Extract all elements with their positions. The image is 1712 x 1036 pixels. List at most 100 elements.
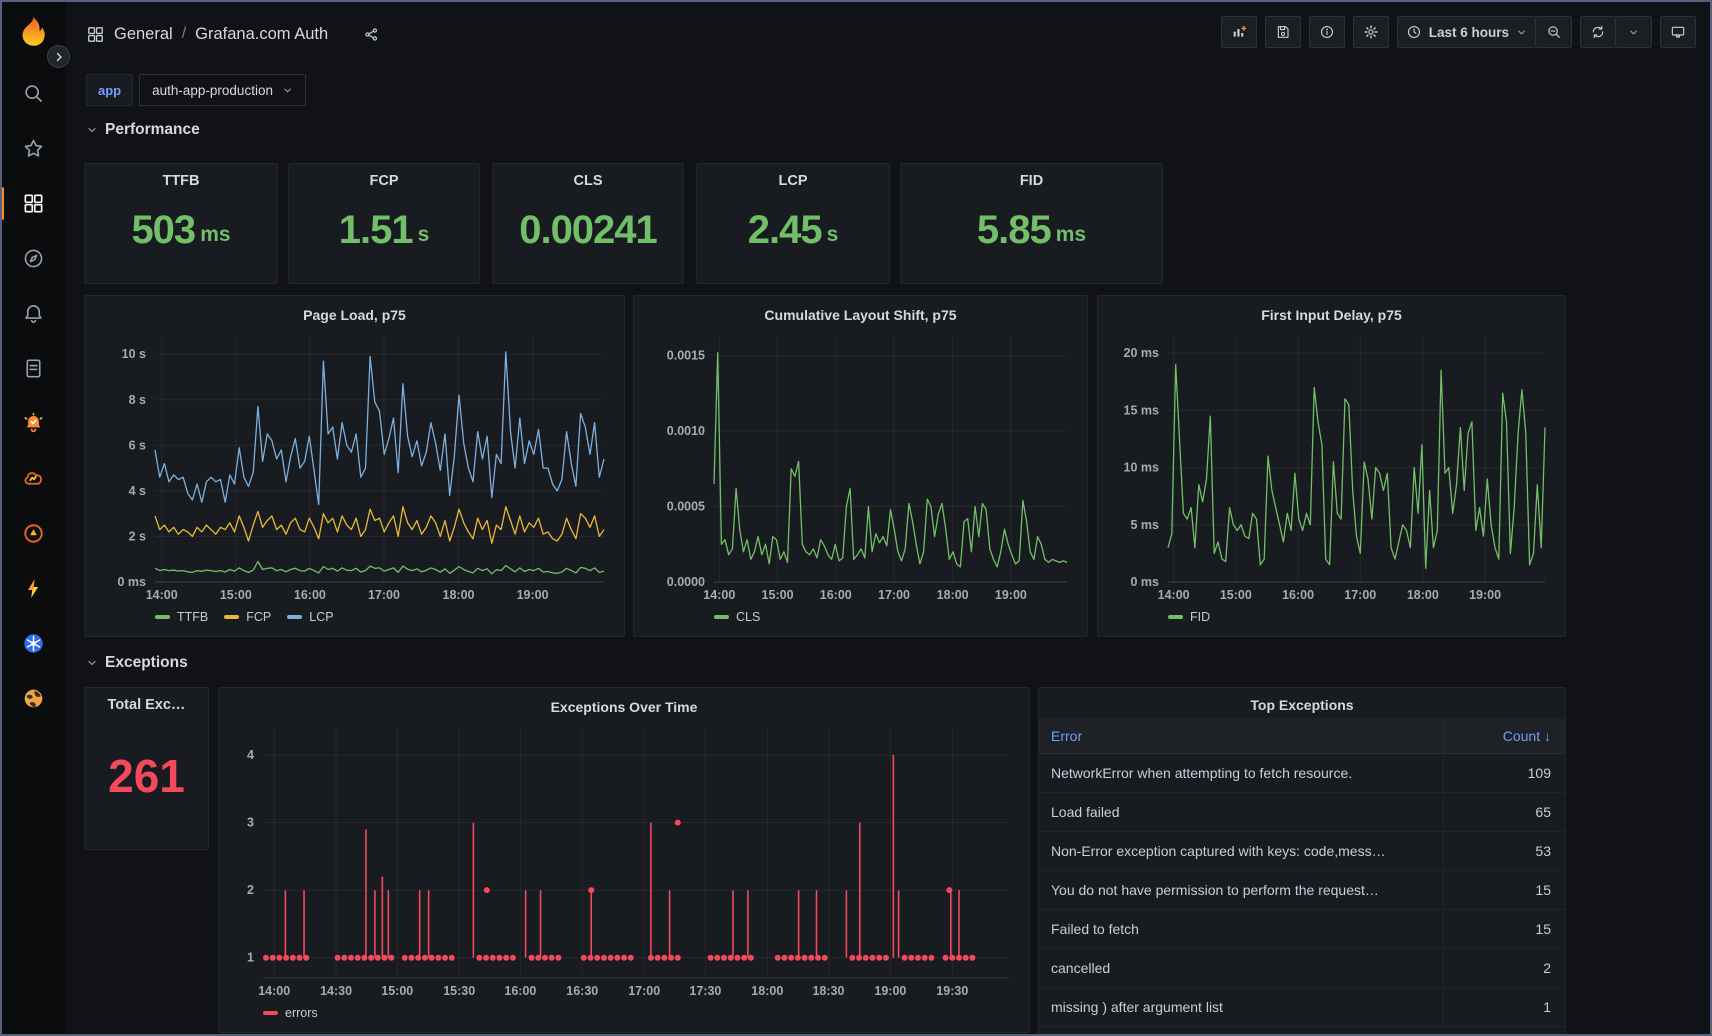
cell-count: 15 xyxy=(1443,871,1565,909)
svg-text:16:30: 16:30 xyxy=(566,984,598,998)
sidebar-item-dashboards[interactable] xyxy=(0,176,66,231)
legend-item-lcp[interactable]: LCP xyxy=(287,610,333,624)
svg-text:17:30: 17:30 xyxy=(689,984,721,998)
sidebar-item-explore[interactable] xyxy=(0,231,66,286)
zoom-out-icon xyxy=(1546,24,1562,40)
svg-text:2: 2 xyxy=(247,883,254,897)
sidebar-toggle-button[interactable] xyxy=(47,45,70,68)
template-variables: app auth-app-production xyxy=(86,74,306,106)
sidebar-item-performance[interactable] xyxy=(0,561,66,616)
breadcrumb-separator: / xyxy=(182,25,186,43)
legend-item-cls[interactable]: CLS xyxy=(714,610,760,624)
add-panel-button[interactable] xyxy=(1221,16,1257,48)
svg-text:19:00: 19:00 xyxy=(1469,588,1501,602)
breadcrumb-folder[interactable]: General xyxy=(114,25,173,44)
svg-text:15:00: 15:00 xyxy=(762,588,794,602)
dashboard-settings-button[interactable] xyxy=(1353,16,1389,48)
legend-item-errors[interactable]: errors xyxy=(263,1006,318,1020)
variable-label-app[interactable]: app xyxy=(86,74,133,106)
sidebar-item-machine-learning[interactable] xyxy=(0,451,66,506)
star-dashboard-button[interactable] xyxy=(337,26,354,43)
save-dashboard-button[interactable] xyxy=(1265,16,1301,48)
exceptions-chart[interactable]: 14:0014:3015:0015:3016:0016:3017:0017:30… xyxy=(227,720,1021,1002)
sidebar-item-kubernetes[interactable] xyxy=(0,616,66,671)
svg-text:14:00: 14:00 xyxy=(703,588,735,602)
stat-value: 2.45 s xyxy=(748,189,839,283)
sidebar-item-starred[interactable] xyxy=(0,121,66,176)
svg-text:18:00: 18:00 xyxy=(751,984,783,998)
clock-icon xyxy=(1406,24,1422,40)
table-body: NetworkError when attempting to fetch re… xyxy=(1039,754,1565,1027)
save-icon xyxy=(1275,24,1291,40)
sidebar-item-web[interactable] xyxy=(0,671,66,726)
svg-text:18:00: 18:00 xyxy=(937,588,969,602)
legend-item-ttfb[interactable]: TTFB xyxy=(155,610,208,624)
stat-value: 5.85 ms xyxy=(977,189,1086,283)
sidebar-item-docs[interactable] xyxy=(0,341,66,396)
legend-swatch xyxy=(155,615,170,619)
panel-title[interactable]: First Input Delay, p75 xyxy=(1106,302,1557,328)
svg-text:0 ms: 0 ms xyxy=(1131,575,1160,589)
section-performance[interactable]: Performance xyxy=(86,121,200,139)
legend-label: CLS xyxy=(736,610,760,624)
section-title: Exceptions xyxy=(105,654,188,672)
panel-title[interactable]: Top Exceptions xyxy=(1039,692,1565,718)
column-header-count[interactable]: Count ↓ xyxy=(1443,718,1565,753)
breadcrumb: General / Grafana.com Auth xyxy=(86,20,380,48)
zoom-out-button[interactable] xyxy=(1536,16,1572,48)
variable-value-text: auth-app-production xyxy=(152,83,273,98)
cls-chart[interactable]: 14:0015:0016:0017:0018:0019:000.00000.00… xyxy=(642,328,1079,606)
cell-error: missing ) after argument list xyxy=(1039,988,1443,1026)
stat-panel-fid[interactable]: FID 5.85 ms xyxy=(900,163,1163,284)
sidebar-item-search[interactable] xyxy=(0,66,66,121)
panel-title[interactable]: Cumulative Layout Shift, p75 xyxy=(642,302,1079,328)
breadcrumb-dashboard-title[interactable]: Grafana.com Auth xyxy=(195,25,328,44)
svg-text:8 s: 8 s xyxy=(129,393,146,407)
page-load-chart[interactable]: 14:0015:0016:0017:0018:0019:000 ms2 s4 s… xyxy=(93,328,616,606)
legend-swatch xyxy=(287,615,302,619)
dashboard-insights-button[interactable] xyxy=(1309,16,1345,48)
refresh-button[interactable] xyxy=(1580,16,1616,48)
svg-text:14:00: 14:00 xyxy=(1158,588,1190,602)
legend-swatch xyxy=(263,1011,278,1015)
stat-panel-lcp[interactable]: LCP 2.45 s xyxy=(696,163,890,284)
sidebar-item-oncall[interactable] xyxy=(0,396,66,451)
table-row: Load failed 65 xyxy=(1039,793,1565,832)
stat-panel-ttfb[interactable]: TTFB 503 ms xyxy=(84,163,278,284)
svg-text:2 s: 2 s xyxy=(129,529,146,543)
section-exceptions[interactable]: Exceptions xyxy=(86,654,188,672)
legend-swatch xyxy=(714,615,729,619)
cell-error: Load failed xyxy=(1039,793,1443,831)
stat-panel-cls[interactable]: CLS 0.00241 xyxy=(492,163,684,284)
panel-title[interactable]: Page Load, p75 xyxy=(93,302,616,328)
svg-text:15:00: 15:00 xyxy=(1220,588,1252,602)
grafana-logo[interactable] xyxy=(15,13,51,49)
search-icon xyxy=(22,82,45,105)
column-header-error[interactable]: Error xyxy=(1039,718,1443,753)
variable-value-dropdown[interactable]: auth-app-production xyxy=(139,74,306,106)
machine-learning-icon xyxy=(22,467,45,490)
fid-chart[interactable]: 14:0015:0016:0017:0018:0019:000 ms5 ms10… xyxy=(1106,328,1557,606)
sidebar-item-incident[interactable] xyxy=(0,506,66,561)
time-range-picker[interactable]: Last 6 hours xyxy=(1397,16,1536,48)
refresh-interval-button[interactable] xyxy=(1616,16,1652,48)
incident-icon xyxy=(22,522,45,545)
cell-error: You do not have permission to perform th… xyxy=(1039,871,1443,909)
kiosk-mode-button[interactable] xyxy=(1660,16,1696,48)
legend-item-fid[interactable]: FID xyxy=(1168,610,1210,624)
stat-title: TTFB xyxy=(162,173,199,189)
share-dashboard-button[interactable] xyxy=(363,26,380,43)
chevron-down-icon xyxy=(86,657,98,669)
panel-title[interactable]: Total Exc… xyxy=(108,697,186,713)
panel-title[interactable]: Exceptions Over Time xyxy=(227,694,1021,720)
svg-text:4 s: 4 s xyxy=(129,484,146,498)
svg-text:0.0000: 0.0000 xyxy=(667,575,705,589)
legend-label: FCP xyxy=(246,610,271,624)
legend-item-fcp[interactable]: FCP xyxy=(224,610,271,624)
cell-count: 1 xyxy=(1443,988,1565,1026)
table-row: Failed to fetch 15 xyxy=(1039,910,1565,949)
sidebar-item-alerting[interactable] xyxy=(0,286,66,341)
stat-title: LCP xyxy=(779,173,808,189)
stat-panel-fcp[interactable]: FCP 1.51 s xyxy=(288,163,480,284)
docs-icon xyxy=(22,357,45,380)
